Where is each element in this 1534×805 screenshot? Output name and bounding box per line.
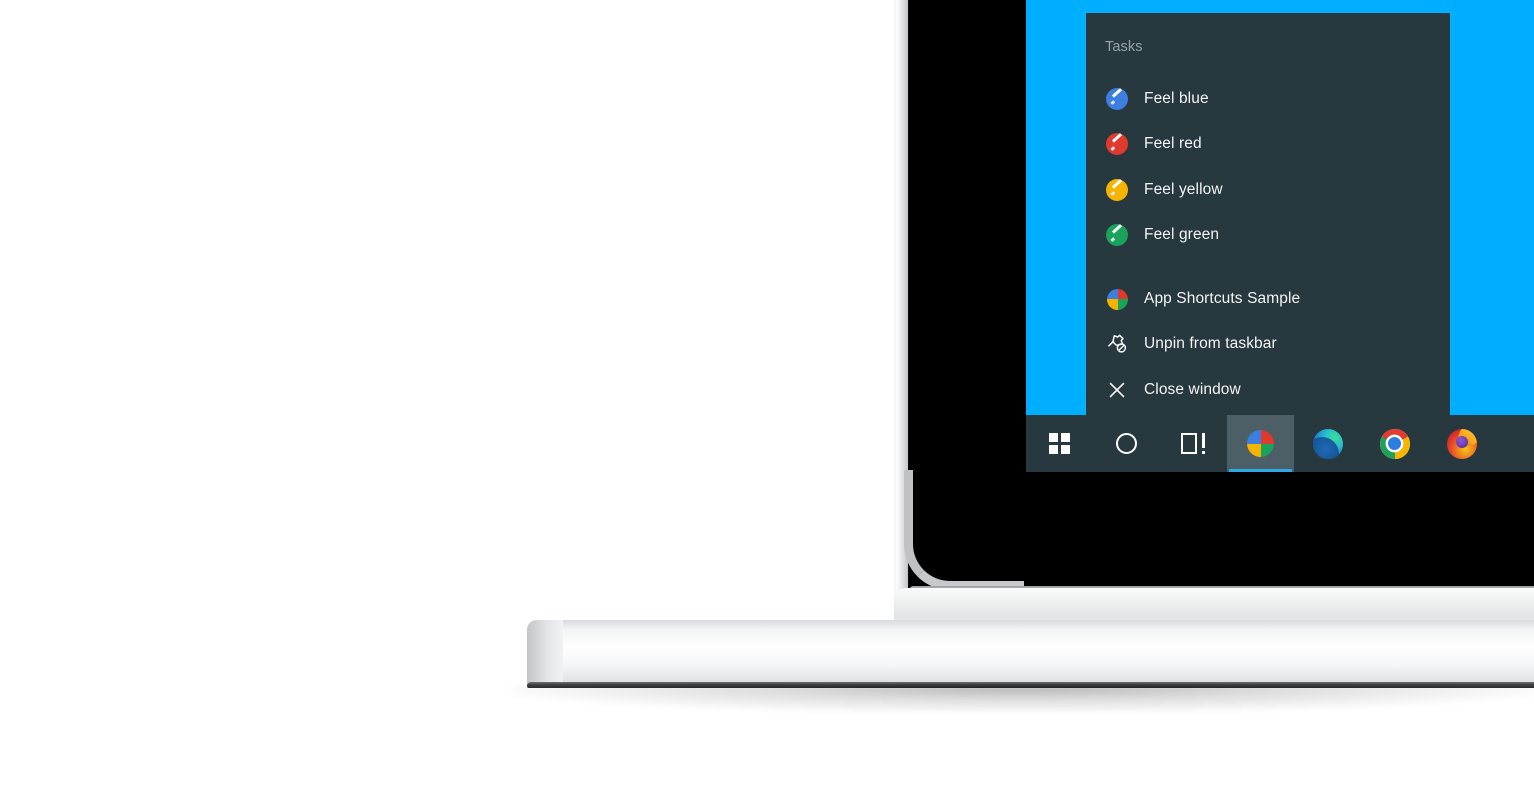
taskbar-cortana-button[interactable] [1093, 415, 1160, 472]
laptop-base [527, 620, 1534, 687]
brush-icon [1104, 222, 1130, 248]
brush-icon [1104, 177, 1130, 203]
jump-list-task-group: Feel blue Feel red Feel yellow Feel gree… [1086, 76, 1450, 258]
close-icon [1104, 377, 1130, 403]
brush-icon [1104, 131, 1130, 157]
taskbar-app-shortcuts-sample-button[interactable] [1227, 415, 1294, 472]
jump-list-item-feel-blue[interactable]: Feel blue [1086, 76, 1450, 122]
laptop-screen: Tasks Feel blue Feel red Feel yellow Fee… [1026, 0, 1534, 472]
jump-list-item-label: Close window [1144, 380, 1241, 398]
jump-list-item-app-shortcuts-sample[interactable]: App Shortcuts Sample [1086, 276, 1450, 322]
jump-list-item-label: Feel blue [1144, 89, 1209, 107]
brush-icon [1104, 86, 1130, 112]
chrome-icon [1379, 428, 1410, 459]
firefox-icon [1446, 428, 1477, 459]
jump-list-item-label: Unpin from taskbar [1144, 335, 1277, 353]
laptop-drop-shadow [512, 686, 1534, 712]
cortana-circle-icon [1116, 433, 1137, 454]
unpin-icon [1104, 331, 1130, 357]
jump-list-item-label: App Shortcuts Sample [1144, 289, 1301, 307]
jump-list-item-label: Feel red [1144, 135, 1202, 153]
windows-taskbar [1026, 415, 1534, 472]
taskbar-chrome-button[interactable] [1361, 415, 1428, 472]
windows-logo-icon [1049, 433, 1070, 454]
laptop-hinge-deck [894, 588, 1534, 624]
jump-list-panel: Tasks Feel blue Feel red Feel yellow Fee… [1086, 13, 1450, 415]
jump-list-item-feel-green[interactable]: Feel green [1086, 213, 1450, 259]
jump-list-item-feel-red[interactable]: Feel red [1086, 122, 1450, 168]
jump-list-action-group: App Shortcuts Sample Unpin from taskbar … [1086, 276, 1450, 413]
edge-icon [1312, 428, 1343, 459]
jump-list-item-feel-yellow[interactable]: Feel yellow [1086, 167, 1450, 213]
jump-list-section-title: Tasks [1105, 39, 1143, 55]
jump-list-item-unpin-from-taskbar[interactable]: Unpin from taskbar [1086, 322, 1450, 368]
laptop-base-left-edge [527, 620, 563, 688]
taskbar-task-view-button[interactable] [1160, 415, 1227, 472]
app-quadrant-icon [1104, 286, 1130, 312]
taskbar-edge-button[interactable] [1294, 415, 1361, 472]
jump-list-item-label: Feel yellow [1144, 180, 1223, 198]
laptop-scene: Tasks Feel blue Feel red Feel yellow Fee… [0, 0, 1534, 805]
taskbar-start-button[interactable] [1026, 415, 1093, 472]
jump-list-item-label: Feel green [1144, 226, 1220, 244]
jump-list-item-close-window[interactable]: Close window [1086, 367, 1450, 413]
app-quadrant-icon [1247, 430, 1274, 457]
taskbar-firefox-button[interactable] [1428, 415, 1495, 472]
task-view-icon [1180, 433, 1207, 454]
